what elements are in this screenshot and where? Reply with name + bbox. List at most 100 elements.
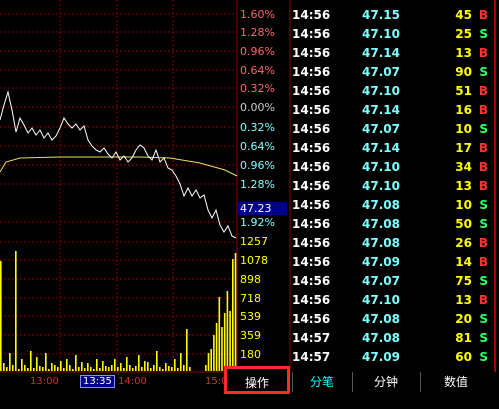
trade-volume: 14 xyxy=(455,255,472,269)
trade-row[interactable]: 14:56 47.10 25 S xyxy=(288,24,494,43)
tab-ticks[interactable]: 分笔 xyxy=(292,372,351,392)
volume-bar xyxy=(129,365,131,371)
trade-side: S xyxy=(479,198,488,212)
volume-bar xyxy=(21,359,23,371)
volume-tick-label: 1078 xyxy=(240,254,268,267)
trade-row[interactable]: 14:56 47.07 75 S xyxy=(288,271,494,290)
volume-bar xyxy=(229,311,231,371)
trade-volume: 13 xyxy=(455,293,472,307)
trade-row[interactable]: 14:56 47.10 51 B xyxy=(288,81,494,100)
trade-volume: 51 xyxy=(455,84,472,98)
volume-bar xyxy=(232,259,234,371)
trade-row[interactable]: 14:57 47.09 60 S xyxy=(288,347,494,366)
volume-bar xyxy=(150,368,152,371)
trade-price: 47.10 xyxy=(362,160,400,174)
volume-bar xyxy=(33,368,35,371)
volume-tick-label: 898 xyxy=(240,273,261,286)
trade-row[interactable]: 14:56 47.14 13 B xyxy=(288,43,494,62)
trade-volume: 26 xyxy=(455,236,472,250)
trade-side: B xyxy=(478,236,488,250)
trade-time: 14:56 xyxy=(292,122,331,136)
trade-time: 14:56 xyxy=(292,236,331,250)
percent-tick-label: 1.28% xyxy=(240,178,275,191)
trade-time: 14:56 xyxy=(292,103,331,117)
tab-minute[interactable]: 分钟 xyxy=(352,372,419,392)
volume-bar xyxy=(39,366,41,371)
volume-bar xyxy=(57,367,59,371)
percent-tick-label: 0.96% xyxy=(240,159,275,172)
percent-tick-label: 0.32% xyxy=(240,121,275,134)
volume-bar xyxy=(9,353,11,371)
volume-bar xyxy=(114,359,116,371)
volume-bar xyxy=(6,367,8,371)
trade-row[interactable]: 14:56 47.07 10 S xyxy=(288,119,494,138)
trade-row[interactable]: 14:57 47.08 81 S xyxy=(288,328,494,347)
trade-row[interactable]: 14:59 47.09 1054 xyxy=(288,366,494,370)
volume-bar xyxy=(99,368,101,371)
volume-tick-label: 539 xyxy=(240,310,261,323)
trade-price: 47.10 xyxy=(362,27,400,41)
trade-side: B xyxy=(478,46,488,60)
trade-price: 47.08 xyxy=(362,331,400,345)
volume-bar xyxy=(168,366,170,371)
tab-operate[interactable]: 操作 xyxy=(224,366,290,394)
trade-price: 47.09 xyxy=(362,255,400,269)
trade-volume: 1054 xyxy=(455,369,488,370)
percent-tick-label: 0.64% xyxy=(240,64,275,77)
trade-volume: 34 xyxy=(455,160,472,174)
trade-time: 14:56 xyxy=(292,217,331,231)
trade-time: 14:56 xyxy=(292,160,331,174)
volume-bar xyxy=(174,359,176,371)
trade-time: 14:56 xyxy=(292,312,331,326)
trade-price: 47.10 xyxy=(362,84,400,98)
trade-volume: 13 xyxy=(455,46,472,60)
volume-bar xyxy=(66,359,68,371)
trade-time: 14:56 xyxy=(292,84,331,98)
trade-row[interactable]: 14:56 47.15 45 B xyxy=(288,5,494,24)
trade-row[interactable]: 14:56 47.10 13 B xyxy=(288,176,494,195)
trade-row[interactable]: 14:56 47.09 14 B xyxy=(288,252,494,271)
percent-tick-label: 0.64% xyxy=(240,140,275,153)
trade-price: 47.10 xyxy=(362,179,400,193)
trade-volume: 90 xyxy=(455,65,472,79)
trade-time: 14:56 xyxy=(292,27,331,41)
trade-row[interactable]: 14:56 47.08 26 B xyxy=(288,233,494,252)
tick-trade-list[interactable]: 14:56 47.15 45 B 14:56 47.10 25 S 14:56 47.14 13 B 1… xyxy=(288,0,494,370)
trade-price: 47.10 xyxy=(362,293,400,307)
trade-row[interactable]: 14:56 47.14 16 B xyxy=(288,100,494,119)
trade-volume: 17 xyxy=(455,141,472,155)
volume-bar xyxy=(207,353,210,371)
trade-row[interactable]: 14:56 47.14 17 B xyxy=(288,138,494,157)
volume-bar xyxy=(156,351,158,371)
percent-tick-label: 0.96% xyxy=(240,45,275,58)
volume-bar xyxy=(42,367,44,371)
volume-bar xyxy=(84,368,86,371)
volume-bar xyxy=(213,335,215,371)
trade-row[interactable]: 14:56 47.07 90 S xyxy=(288,62,494,81)
volume-bar xyxy=(51,363,53,371)
tab-values[interactable]: 数值 xyxy=(420,372,491,392)
trade-volume: 13 xyxy=(455,179,472,193)
volume-bar xyxy=(162,369,164,371)
panel-border xyxy=(494,0,496,372)
volume-bar xyxy=(27,368,29,371)
volume-tick-label: 718 xyxy=(240,292,261,305)
volume-bar xyxy=(15,251,17,371)
trade-time: 14:56 xyxy=(292,141,331,155)
trade-row[interactable]: 14:56 47.10 34 B xyxy=(288,157,494,176)
trade-time: 14:56 xyxy=(292,65,331,79)
trade-row[interactable]: 14:56 47.08 10 S xyxy=(288,195,494,214)
volume-bar xyxy=(75,355,77,371)
trade-row[interactable]: 14:56 47.08 20 S xyxy=(288,309,494,328)
volume-tick-label: 1257 xyxy=(240,235,268,248)
trade-price: 47.08 xyxy=(362,217,400,231)
trade-side: B xyxy=(478,293,488,307)
bottom-tab-bar: 操作 分笔 分钟 数值 xyxy=(0,366,499,394)
trade-volume: 50 xyxy=(455,217,472,231)
current-price-marker: 47.23 xyxy=(238,202,287,215)
trade-row[interactable]: 14:56 47.08 50 S xyxy=(288,214,494,233)
volume-bar xyxy=(72,369,74,371)
trade-row[interactable]: 14:56 47.10 13 B xyxy=(288,290,494,309)
trade-time: 14:59 xyxy=(292,369,330,370)
volume-bar xyxy=(218,297,221,371)
